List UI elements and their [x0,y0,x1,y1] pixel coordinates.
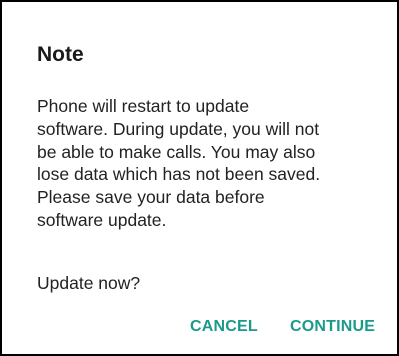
message-line: lose data which has not been saved. [37,164,321,185]
message-line: be able to make calls. You may also [37,141,316,162]
message-line: software update. [37,209,167,230]
update-prompt: Update now? [37,273,141,293]
dialog-message: Phone will restart to update software. D… [37,95,382,232]
continue-button[interactable]: CONTINUE [290,317,375,337]
update-dialog: Note Phone will restart to update softwa… [0,0,399,356]
cancel-button[interactable]: CANCEL [190,317,258,337]
dialog-title: Note [37,43,84,66]
message-line: software. During update, you will not [37,118,320,139]
message-line: Phone will restart to update [37,96,250,116]
message-line: Please save your data before [37,187,265,208]
